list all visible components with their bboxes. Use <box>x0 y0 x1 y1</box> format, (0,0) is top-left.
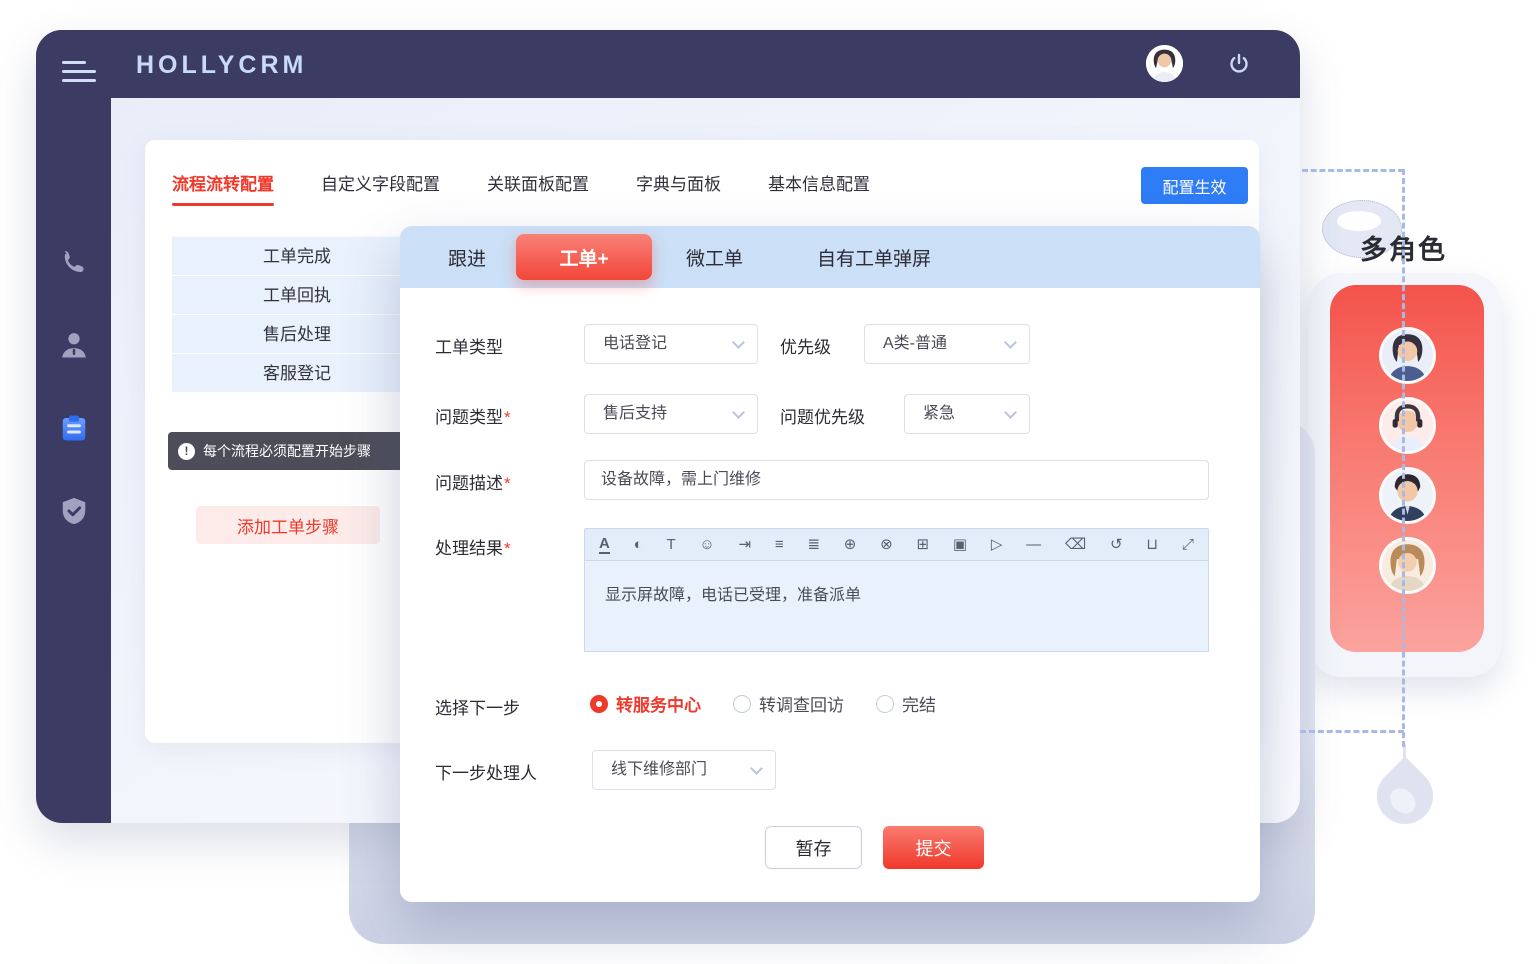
power-icon[interactable] <box>1227 52 1251 76</box>
font-size-icon[interactable]: T <box>666 537 675 552</box>
radio-transfer-service-center[interactable]: 转服务中心 <box>590 691 701 716</box>
avatar-agent-headset <box>1379 397 1436 454</box>
issue-type-select[interactable]: 售后支持 <box>584 394 758 434</box>
shield-icon[interactable] <box>59 496 89 526</box>
app-logo: HOLLYCRM <box>136 51 307 80</box>
submit-button[interactable]: 提交 <box>883 826 984 869</box>
tooltip-text: 每个流程必须配置开始步骤 <box>203 441 371 461</box>
indent-icon[interactable]: ⇥ <box>739 537 752 552</box>
radio-finish[interactable]: 完结 <box>876 691 936 716</box>
image-icon[interactable]: ▣ <box>953 537 967 552</box>
start-step-tooltip: ! 每个流程必须配置开始步骤 <box>168 432 408 470</box>
issue-description-label: 问题描述* <box>435 469 511 494</box>
chevron-down-icon <box>732 336 745 349</box>
font-style-icon[interactable]: A <box>599 536 610 554</box>
insert-link-icon[interactable]: ⊕ <box>844 537 857 552</box>
next-handler-label: 下一步处理人 <box>435 759 537 784</box>
menu-icon[interactable] <box>62 61 96 88</box>
workflow-step-list: 工单完成 工单回执 售后处理 客服登记 <box>172 236 422 393</box>
rich-text-editor: A ◐ T ☺ ⇥ ≡ ≣ ⊕ ⊗ ⊞ ▣ ▷ — ⌫ ↺ ⊔ ⤢ 显示屏故障，… <box>584 528 1209 652</box>
apply-config-button[interactable]: 配置生效 <box>1141 167 1248 204</box>
list-item-service-register[interactable]: 客服登记 <box>172 354 422 393</box>
user-avatar[interactable] <box>1146 45 1183 82</box>
radio-icon <box>876 695 894 713</box>
issue-type-label: 问题类型* <box>435 403 511 428</box>
add-step-button[interactable]: 添加工单步骤 <box>196 506 380 544</box>
video-icon[interactable]: ▷ <box>991 537 1003 552</box>
modal-tab-followup[interactable]: 跟进 <box>448 244 486 271</box>
workorder-modal: 跟进 工单+ 微工单 自有工单弹屏 工单类型 电话登记 优先级 A类-普通 问题… <box>400 226 1260 902</box>
tab-dictionary-panel[interactable]: 字典与面板 <box>636 170 721 206</box>
undo-icon[interactable]: ↺ <box>1110 537 1123 552</box>
align-icon[interactable]: ≡ <box>775 537 784 552</box>
dashed-line-vertical <box>1402 169 1405 747</box>
palette-icon[interactable]: ◐ <box>634 537 643 552</box>
next-handler-select[interactable]: 线下维修部门 <box>592 750 776 790</box>
chevron-down-icon <box>732 406 745 419</box>
fullscreen-icon[interactable]: ⤢ <box>1182 537 1194 552</box>
chevron-down-icon <box>750 762 763 775</box>
list-item-order-complete[interactable]: 工单完成 <box>172 237 422 276</box>
dashed-line-top <box>1302 169 1404 172</box>
avatar-female-agent <box>1379 327 1436 384</box>
top-bar: HOLLYCRM <box>36 30 1300 98</box>
chevron-down-icon <box>1004 336 1017 349</box>
avatar-female-agent-2 <box>1379 537 1436 594</box>
issue-description-input[interactable]: 设备故障，需上门维修 <box>584 460 1209 500</box>
list-item-order-receipt[interactable]: 工单回执 <box>172 276 422 315</box>
tab-custom-field-config[interactable]: 自定义字段配置 <box>321 170 440 206</box>
next-step-label: 选择下一步 <box>435 694 520 719</box>
tab-process-flow-config[interactable]: 流程流转配置 <box>172 170 274 206</box>
delete-icon[interactable]: ⊔ <box>1146 537 1158 552</box>
order-type-label: 工单类型 <box>435 333 504 358</box>
table-icon[interactable]: ⊞ <box>917 537 930 552</box>
page-tabs: 流程流转配置 自定义字段配置 关联面板配置 字典与面板 基本信息配置 <box>172 170 870 206</box>
sidebar <box>36 30 111 823</box>
list-item-aftersale-handle[interactable]: 售后处理 <box>172 315 422 354</box>
modal-tab-bar: 跟进 工单+ 微工单 自有工单弹屏 <box>400 226 1260 288</box>
issue-priority-select[interactable]: 紧急 <box>904 394 1030 434</box>
list-icon[interactable]: ≣ <box>807 537 820 552</box>
dashed-line-bottom <box>1300 730 1404 733</box>
eraser-icon[interactable]: ⌫ <box>1065 537 1086 552</box>
radio-transfer-survey-callback[interactable]: 转调查回访 <box>733 691 844 716</box>
phone-icon[interactable] <box>59 247 89 277</box>
customer-icon[interactable] <box>59 330 89 360</box>
tab-basic-info-config[interactable]: 基本信息配置 <box>768 170 870 206</box>
emoji-icon[interactable]: ☺ <box>699 537 714 552</box>
radio-selected-icon <box>590 695 608 713</box>
radio-icon <box>733 695 751 713</box>
order-type-select[interactable]: 电话登记 <box>584 324 758 364</box>
result-label: 处理结果* <box>435 534 511 559</box>
modal-tab-micro-workorder[interactable]: 微工单 <box>686 244 743 271</box>
teardrop-shape <box>1365 756 1444 835</box>
modal-tab-own-popup[interactable]: 自有工单弹屏 <box>817 244 931 271</box>
result-textarea[interactable]: 显示屏故障，电话已受理，准备派单 <box>584 561 1209 652</box>
remove-link-icon[interactable]: ⊗ <box>880 537 893 552</box>
issue-priority-label: 问题优先级 <box>780 403 866 428</box>
priority-label: 优先级 <box>780 333 832 358</box>
tab-related-panel-config[interactable]: 关联面板配置 <box>487 170 589 206</box>
avatar-male-agent <box>1379 467 1436 524</box>
horizontal-rule-icon[interactable]: — <box>1026 537 1041 552</box>
editor-toolbar: A ◐ T ☺ ⇥ ≡ ≣ ⊕ ⊗ ⊞ ▣ ▷ — ⌫ ↺ ⊔ ⤢ <box>584 528 1209 561</box>
priority-select[interactable]: A类-普通 <box>864 324 1030 364</box>
modal-tab-workorder-active[interactable]: 工单+ <box>516 234 652 280</box>
chevron-down-icon <box>1004 406 1017 419</box>
screen: 多角色 HOLLYCRM <box>0 0 1537 964</box>
save-draft-button[interactable]: 暂存 <box>765 826 862 869</box>
next-step-options: 转服务中心 转调查回访 完结 <box>590 691 968 716</box>
exclamation-icon: ! <box>178 443 195 460</box>
workorder-icon-active[interactable] <box>59 413 89 443</box>
